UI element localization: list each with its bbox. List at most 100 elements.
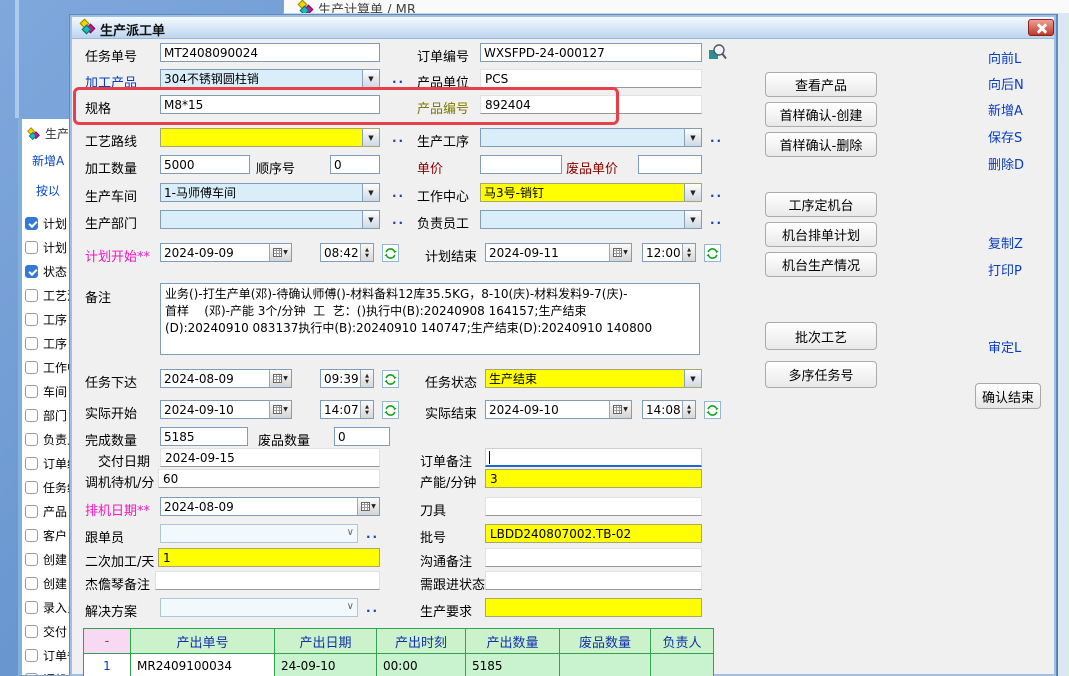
actual-start-time[interactable]: 14:07▲▼ bbox=[320, 400, 374, 419]
dropdown-arrow-icon[interactable]: ▼ bbox=[362, 129, 379, 146]
price-input[interactable] bbox=[480, 155, 562, 174]
panel-filter-link[interactable]: 按以 bbox=[36, 182, 60, 199]
refresh-icon[interactable] bbox=[704, 244, 721, 262]
dropdown-arrow-icon[interactable]: ▼ bbox=[684, 211, 701, 228]
plan-end-date[interactable]: 2024-09-11▼ bbox=[485, 243, 632, 262]
task-no-input[interactable]: MT2408090024 bbox=[160, 43, 380, 62]
calendar-icon[interactable]: ▼ bbox=[609, 244, 631, 261]
follower-browse-link[interactable]: .. bbox=[366, 527, 379, 541]
machine-production-button[interactable]: 机台生产情况 bbox=[765, 252, 877, 277]
column-header[interactable]: 负责人 bbox=[651, 629, 713, 653]
process-select[interactable]: ▼ bbox=[480, 128, 702, 147]
column-header[interactable]: 产出单号 bbox=[131, 629, 274, 653]
table-cell[interactable]: 00:00 bbox=[377, 654, 465, 676]
dept-browse-link[interactable]: .. bbox=[392, 213, 405, 227]
checkbox-icon[interactable] bbox=[25, 241, 38, 254]
table-row-index[interactable]: 1 bbox=[84, 654, 130, 676]
checkbox-icon[interactable] bbox=[25, 457, 38, 470]
product-select[interactable]: 304不锈钢圆柱销▼ bbox=[160, 69, 380, 88]
multi-seq-task-button[interactable]: 多序任务号 bbox=[765, 361, 877, 388]
filter-item[interactable]: 车间 bbox=[25, 383, 67, 400]
person-remark-field[interactable] bbox=[155, 571, 380, 590]
qty-input[interactable]: 5000 bbox=[160, 155, 250, 174]
status-select[interactable]: 生产结束▼ bbox=[485, 369, 702, 388]
refresh-icon[interactable] bbox=[382, 370, 399, 388]
filter-item[interactable]: 工作中 bbox=[25, 359, 70, 376]
spinner-icon[interactable]: ▲▼ bbox=[360, 370, 373, 387]
calendar-icon[interactable]: ▼ bbox=[269, 370, 291, 387]
filter-item[interactable]: 调机待 bbox=[25, 671, 70, 676]
calendar-icon[interactable]: ▼ bbox=[269, 244, 291, 261]
table-cell[interactable] bbox=[651, 654, 713, 676]
refresh-icon[interactable] bbox=[704, 401, 721, 419]
comm-remark-field[interactable] bbox=[485, 548, 702, 567]
column-header[interactable]: 产出日期 bbox=[275, 629, 376, 653]
unit-field[interactable]: PCS bbox=[480, 69, 702, 88]
checkbox-icon[interactable] bbox=[25, 265, 38, 278]
filter-item[interactable]: 创建日 bbox=[25, 551, 70, 568]
workshop-select[interactable]: 1-马师傅车间▼ bbox=[160, 183, 380, 202]
work-center-select[interactable]: 马3号-销钉▼ bbox=[480, 183, 702, 202]
search-icon[interactable] bbox=[708, 42, 728, 65]
capacity-field[interactable]: 3 bbox=[485, 469, 702, 488]
dropdown-arrow-icon[interactable]: ▼ bbox=[684, 184, 701, 201]
machine-schedule-button[interactable]: 机台排单计划 bbox=[765, 222, 877, 247]
solution-select[interactable]: ∨ bbox=[160, 598, 358, 617]
delivery-field[interactable]: 2024-09-15 bbox=[160, 448, 380, 467]
actual-start-date[interactable]: 2024-09-10▼ bbox=[160, 400, 292, 419]
prev-link[interactable]: 向前L bbox=[988, 48, 1021, 67]
spinner-icon[interactable]: ▲▼ bbox=[360, 401, 373, 418]
spec-input[interactable]: M8*15 bbox=[160, 95, 380, 114]
schedule-date-input[interactable]: 2024-08-09▼ bbox=[160, 497, 380, 516]
spinner-icon[interactable]: ▲▼ bbox=[682, 244, 695, 261]
filter-item[interactable]: 工序日 bbox=[25, 335, 70, 352]
actual-end-time[interactable]: 14:08▲▼ bbox=[642, 400, 696, 419]
checkbox-icon[interactable] bbox=[25, 649, 38, 662]
filter-item[interactable]: 计划日 bbox=[25, 239, 70, 256]
requirement-field[interactable] bbox=[485, 598, 702, 617]
checkbox-icon[interactable] bbox=[25, 409, 38, 422]
work-center-browse-link[interactable]: .. bbox=[710, 186, 723, 200]
checkbox-icon[interactable] bbox=[25, 313, 38, 326]
calendar-icon[interactable]: ▼ bbox=[357, 498, 379, 515]
filter-item[interactable]: 产品 bbox=[25, 503, 67, 520]
next-link[interactable]: 向后N bbox=[988, 74, 1024, 93]
table-cell[interactable]: 24-09-10 bbox=[275, 654, 376, 676]
checkbox-icon[interactable] bbox=[25, 625, 38, 638]
first-sample-create-button[interactable]: 首样确认-创建 bbox=[765, 102, 877, 127]
copy-link[interactable]: 复制Z bbox=[988, 233, 1023, 252]
checkbox-icon[interactable] bbox=[25, 217, 38, 230]
done-qty-input[interactable]: 5185 bbox=[160, 427, 248, 446]
solution-browse-link[interactable]: .. bbox=[366, 601, 379, 615]
filter-item[interactable]: 订单备 bbox=[25, 647, 70, 664]
filter-item[interactable]: 部门 bbox=[25, 407, 67, 424]
delete-link[interactable]: 删除D bbox=[988, 154, 1024, 173]
order-remark-input[interactable] bbox=[485, 448, 702, 467]
checkbox-icon[interactable] bbox=[25, 337, 38, 350]
checkbox-icon[interactable] bbox=[25, 601, 38, 614]
dropdown-arrow-icon[interactable]: ▼ bbox=[362, 184, 379, 201]
checkbox-icon[interactable] bbox=[25, 361, 38, 374]
refresh-icon[interactable] bbox=[382, 244, 399, 262]
batch-process-button[interactable]: 批次工艺 bbox=[765, 322, 877, 350]
dept-select[interactable]: ▼ bbox=[160, 210, 380, 229]
filter-item[interactable]: 客户 bbox=[25, 527, 67, 544]
workshop-browse-link[interactable]: .. bbox=[392, 186, 405, 200]
dropdown-arrow-icon[interactable]: ▼ bbox=[684, 370, 701, 387]
filter-item[interactable]: 任务编 bbox=[25, 479, 70, 496]
column-header[interactable]: 产出时刻 bbox=[377, 629, 465, 653]
filter-item[interactable]: 工艺流 bbox=[25, 287, 70, 304]
plan-start-time[interactable]: 08:42▲▼ bbox=[320, 243, 374, 262]
filter-item[interactable]: 工序 bbox=[25, 311, 67, 328]
dialog-titlebar[interactable] bbox=[72, 17, 1054, 39]
process-browse-link[interactable]: .. bbox=[710, 131, 723, 145]
spinner-icon[interactable]: ▲▼ bbox=[682, 401, 695, 418]
process-machine-button[interactable]: 工序定机台 bbox=[765, 192, 877, 217]
seq-input[interactable]: 0 bbox=[330, 155, 380, 174]
checkbox-icon[interactable] bbox=[25, 433, 38, 446]
column-header[interactable]: 废品数量 bbox=[560, 629, 650, 653]
checkbox-icon[interactable] bbox=[25, 505, 38, 518]
column-header[interactable]: - bbox=[84, 629, 130, 653]
employee-browse-link[interactable]: .. bbox=[710, 213, 723, 227]
tool-field[interactable] bbox=[485, 497, 702, 516]
